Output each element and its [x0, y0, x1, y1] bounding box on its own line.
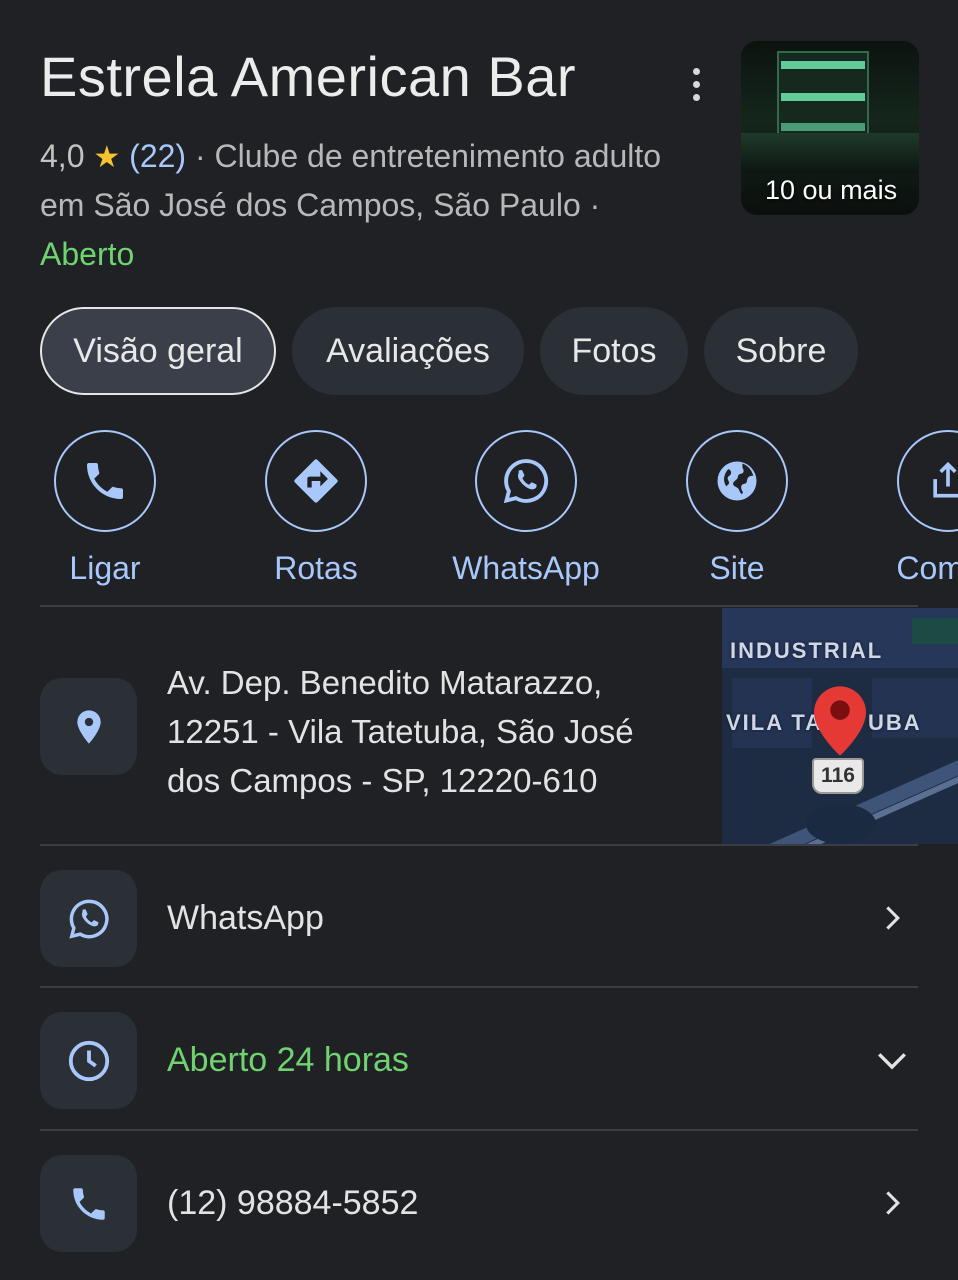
map-pin-icon	[814, 686, 866, 756]
separator: ·	[194, 138, 206, 174]
review-count-link[interactable]: (22)	[129, 138, 186, 174]
website-label: Site	[709, 550, 765, 586]
tab-overview[interactable]: Visão geral	[40, 307, 276, 395]
phone-icon	[72, 1187, 105, 1220]
phone-row-label[interactable]: (12) 98884-5852	[167, 1184, 418, 1223]
clock-icon	[68, 1040, 109, 1081]
chevron-right-icon[interactable]	[870, 896, 914, 940]
directions-circle[interactable]	[265, 430, 367, 532]
address-line-2: 12251 - Vila Tatetuba, São José	[167, 713, 634, 750]
tab-about[interactable]: Sobre	[704, 307, 858, 395]
divider	[40, 844, 918, 846]
more-options-button[interactable]	[676, 62, 716, 106]
place-photo-thumbnail[interactable]: 10 ou mais	[741, 41, 919, 215]
category-text: Clube de entretenimento adulto	[214, 138, 662, 174]
route-shield: 116	[812, 758, 864, 794]
map-label-vila-right: UBA	[868, 710, 922, 735]
hours-row-icon-box	[40, 1012, 137, 1109]
whatsapp-action-button[interactable]: WhatsApp	[426, 430, 626, 587]
divider	[40, 986, 918, 988]
directions-label: Rotas	[274, 550, 358, 586]
directions-icon	[294, 459, 338, 503]
whatsapp-circle[interactable]	[475, 430, 577, 532]
map-label-industrial: INDUSTRIAL	[730, 638, 884, 663]
phone-row-icon-box	[40, 1155, 137, 1252]
location-text: em São José dos Campos, São Paulo ·	[40, 187, 601, 223]
whatsapp-icon	[68, 899, 109, 939]
tab-reviews[interactable]: Avaliações	[292, 307, 524, 395]
address-line-3: dos Campos - SP, 12220-610	[167, 762, 598, 799]
rating-value: 4,0	[40, 138, 85, 174]
divider	[40, 605, 918, 607]
divider	[40, 1129, 918, 1131]
address-icon-box	[40, 678, 137, 775]
more-dots-icon	[692, 67, 700, 75]
address-line-1: Av. Dep. Benedito Matarazzo,	[167, 664, 603, 701]
open-status: Aberto	[40, 236, 135, 272]
whatsapp-icon	[503, 459, 549, 504]
chevron-down-icon[interactable]	[870, 1038, 914, 1082]
tab-bar: Visão geral Avaliações Fotos Sobre	[40, 307, 858, 395]
globe-icon	[717, 461, 757, 501]
map-label-vila-left: VILA TA	[726, 710, 824, 735]
tab-photos[interactable]: Fotos	[540, 307, 688, 395]
rating-category-line: 4,0 ★ (22) · Clube de entretenimento adu…	[40, 138, 661, 175]
place-title: Estrela American Bar	[40, 45, 576, 108]
share-icon	[933, 461, 958, 498]
location-pin-icon	[76, 709, 101, 744]
call-action-button[interactable]: Ligar	[5, 430, 205, 587]
share-label: Compa	[896, 550, 958, 586]
photo-count-label: 10 ou mais	[765, 175, 898, 205]
star-icon: ★	[93, 141, 121, 174]
map-preview[interactable]: INDUSTRIAL VILA TA UBA 116	[722, 608, 958, 844]
hours-row-label[interactable]: Aberto 24 horas	[167, 1041, 409, 1080]
share-circle[interactable]	[897, 430, 958, 532]
address-text[interactable]: Av. Dep. Benedito Matarazzo, 12251 - Vil…	[167, 658, 687, 805]
whatsapp-label: WhatsApp	[452, 550, 600, 586]
website-circle[interactable]	[686, 430, 788, 532]
whatsapp-row-label[interactable]: WhatsApp	[167, 899, 324, 938]
call-label: Ligar	[69, 550, 141, 586]
website-action-button[interactable]: Site	[637, 430, 837, 587]
call-circle[interactable]	[54, 430, 156, 532]
phone-icon	[87, 463, 123, 499]
share-action-button[interactable]: Compa	[848, 430, 958, 587]
chevron-right-icon[interactable]	[870, 1181, 914, 1225]
directions-action-button[interactable]: Rotas	[216, 430, 416, 587]
whatsapp-row-icon-box	[40, 870, 137, 967]
